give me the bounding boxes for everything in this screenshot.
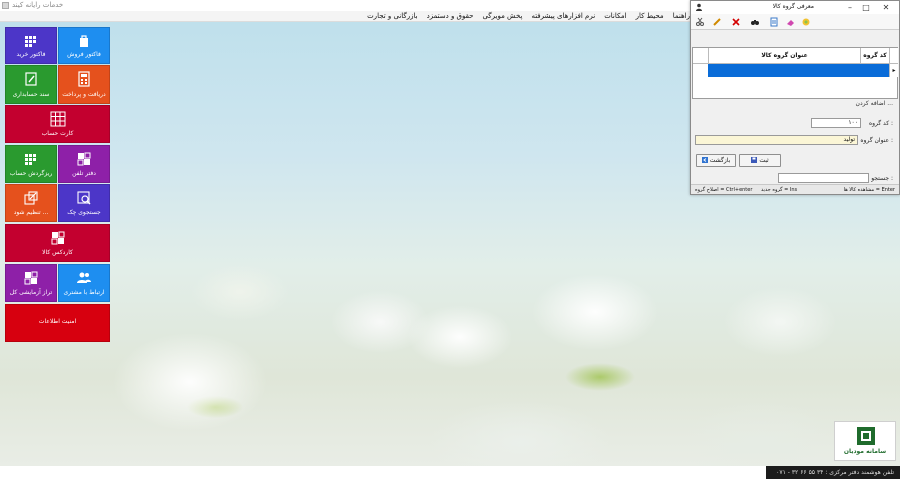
item-group-grid[interactable]: کد گروه عنوان گروه کالا ▸ xyxy=(692,47,898,99)
tile-trial-balance[interactable]: تراز آزمایشی کل xyxy=(5,264,57,302)
search-doc-icon xyxy=(77,191,91,205)
status-new-group: گروه جدید = Ins xyxy=(761,187,798,193)
tile-label: کارت حساب xyxy=(41,130,74,137)
tile-customer-relations[interactable]: ارتباط با مشتری xyxy=(58,264,110,302)
menu-distribution[interactable]: پخش مویرگی xyxy=(482,11,522,22)
status-edit-group: اصلاح گروه = Ctrl+enter xyxy=(695,187,753,193)
tile-accounting-doc[interactable]: سند حسابداری xyxy=(5,65,57,104)
group-code-label: کد گروه : xyxy=(868,120,893,127)
tile-label: سند حسابداری xyxy=(12,91,50,98)
tile-receipt-payment[interactable]: دریافت و پرداخت xyxy=(58,65,110,104)
calculator-icon xyxy=(78,71,90,87)
windows-icon xyxy=(77,152,91,166)
group-code-field[interactable]: ۱۰۰ xyxy=(811,118,861,128)
tile-phone-book[interactable]: دفتر تلفن xyxy=(58,145,110,183)
save-icon xyxy=(751,157,758,163)
column-header-group-title[interactable]: عنوان گروه کالا xyxy=(708,48,860,64)
menu-workspace[interactable]: محیط کار xyxy=(636,11,664,22)
item-group-dialog: معرفی گروه کالا – □ ✕ کد گروه عنوان گروه… xyxy=(690,0,900,195)
form-legend: اضافه کردن ... xyxy=(853,100,895,107)
grid-left-spacer xyxy=(693,48,708,64)
tile-account-details[interactable]: ریزگردش حساب xyxy=(5,145,57,183)
dialog-title-bar: معرفی گروه کالا – □ ✕ xyxy=(691,1,899,14)
close-button[interactable]: ✕ xyxy=(879,2,893,13)
tile-label: کاردکس کالا xyxy=(42,249,73,256)
group-title-label: عنوان گروه : xyxy=(860,137,893,144)
tile-label: دفتر تلفن xyxy=(72,170,96,177)
menu-advanced-software[interactable]: نرم افزارهای پیشرفته xyxy=(531,11,595,22)
save-button-label: ثبت xyxy=(759,157,769,164)
status-bar: تلفن هوشمند دفتر مرکزی : ۳۴ ۵۵ ۶۶ ۳۲ - ۰… xyxy=(766,466,900,479)
app-title: خدمات رایانه کیند xyxy=(12,1,64,9)
tile-grid: فاکتور فروش فاکتور خرید دریافت و پرداخت … xyxy=(5,27,110,342)
tile-label: امنیت اطلاعات xyxy=(38,318,77,325)
person-icon xyxy=(696,3,702,11)
delete-icon[interactable] xyxy=(731,17,741,27)
column-header-group-code[interactable]: کد گروه xyxy=(860,48,889,64)
status-bar-text: تلفن هوشمند دفتر مرکزی : ۳۴ ۵۵ ۶۶ ۳۲ - ۰… xyxy=(776,469,894,476)
document-edit-icon xyxy=(25,72,37,86)
windows-icon xyxy=(24,271,38,285)
users-icon xyxy=(77,272,91,283)
maximize-button[interactable]: □ xyxy=(859,2,873,13)
table-grid-icon xyxy=(50,111,65,127)
menu-payroll[interactable]: حقوق و دستمزد xyxy=(427,11,474,22)
taxpayer-logo-caption: سامانه مودیان xyxy=(843,448,887,455)
dialog-title: معرفی گروه کالا xyxy=(772,3,814,10)
tile-purchase-invoice[interactable]: فاکتور خرید xyxy=(5,27,57,64)
grid-corner xyxy=(889,48,898,64)
search-icon[interactable] xyxy=(750,17,760,27)
external-link-icon xyxy=(24,191,38,205)
seal-icon xyxy=(857,427,875,445)
refresh-icon[interactable] xyxy=(801,17,811,27)
taxpayer-system-logo[interactable]: سامانه مودیان xyxy=(834,421,896,461)
back-icon xyxy=(701,157,708,163)
dialog-toolbar xyxy=(691,14,899,30)
tile-label: دریافت و پرداخت xyxy=(62,91,106,98)
app-icon xyxy=(2,2,9,9)
grid-dots-icon xyxy=(25,154,36,165)
group-title-field[interactable]: تولید xyxy=(695,135,858,145)
tile-info-security[interactable]: امنیت اطلاعات xyxy=(5,304,110,342)
windows-icon xyxy=(51,231,64,245)
tile-label: فاکتور خرید xyxy=(16,51,46,58)
tile-item-cardex[interactable]: کاردکس کالا xyxy=(5,224,110,262)
print-preview-icon[interactable] xyxy=(769,17,779,27)
search-input[interactable] xyxy=(778,173,869,183)
eraser-icon[interactable] xyxy=(786,17,796,27)
tile-check-search[interactable]: جستجوی چک xyxy=(58,184,110,222)
save-button[interactable]: ثبت xyxy=(739,154,781,167)
tile-label: تراز آزمایشی کل xyxy=(9,289,53,296)
scissors-icon[interactable] xyxy=(695,17,705,27)
tile-label: جستجوی چک xyxy=(67,209,101,216)
tile-label: فاکتور فروش xyxy=(67,51,101,58)
table-row[interactable] xyxy=(708,64,890,77)
shopping-bag-icon xyxy=(80,35,88,47)
tile-settings[interactable]: تنظیم شود ... xyxy=(5,184,57,222)
menu-features[interactable]: امکانات xyxy=(604,11,626,22)
menu-commerce[interactable]: بازرگانی و تجارت xyxy=(367,11,418,22)
tile-label: ارتباط با مشتری xyxy=(63,289,105,296)
tile-label: ریزگردش حساب xyxy=(9,170,53,177)
tile-label: تنظیم شود ... xyxy=(13,209,49,216)
pencil-icon[interactable] xyxy=(712,17,722,27)
back-button-label: بازگشت xyxy=(709,157,731,164)
row-indicator: ▸ xyxy=(889,64,898,77)
tile-account-card[interactable]: کارت حساب xyxy=(5,105,110,143)
grid-dots-icon xyxy=(25,36,36,47)
add-group-form: اضافه کردن ... کد گروه : ۱۰۰ عنوان گروه … xyxy=(695,100,897,169)
minimize-button[interactable]: – xyxy=(843,2,857,13)
search-label: جستجو : xyxy=(871,175,893,182)
back-button[interactable]: بازگشت xyxy=(696,154,736,167)
menu-help[interactable]: راهنما xyxy=(673,11,690,22)
status-view-items: مشاهده کالا ها = Enter xyxy=(843,187,895,193)
dialog-status-strip: مشاهده کالا ها = Enter گروه جدید = Ins ا… xyxy=(691,184,899,194)
tile-sales-invoice[interactable]: فاکتور فروش xyxy=(58,27,110,64)
